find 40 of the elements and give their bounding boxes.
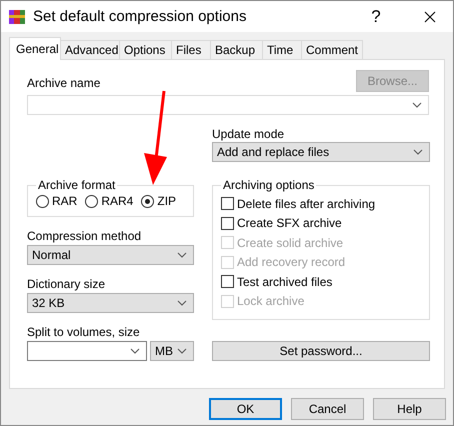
compression-method-dropdown[interactable]: Normal xyxy=(27,245,194,265)
dropdown-caret-icon xyxy=(412,102,422,108)
field-label: Split to volumes, size xyxy=(27,325,141,339)
tab[interactable]: General xyxy=(9,37,61,60)
split-size-field[interactable] xyxy=(27,341,147,361)
checkbox[interactable] xyxy=(221,197,234,210)
group-label: Archive format xyxy=(37,178,116,192)
books-stack-icon xyxy=(9,8,25,24)
dropdown-caret-icon xyxy=(177,348,187,354)
checkbox[interactable] xyxy=(221,216,234,230)
tab[interactable]: Backup xyxy=(210,40,263,59)
unit-dropdown[interactable]: MB xyxy=(150,341,194,361)
archive-name-field[interactable] xyxy=(27,95,429,115)
field-label: Dictionary size xyxy=(27,277,106,291)
dropdown-caret-icon xyxy=(130,348,140,354)
group-label: Archiving options xyxy=(222,178,316,192)
field-label: Compression method xyxy=(27,229,142,243)
close-icon xyxy=(424,10,436,22)
dialog-button[interactable]: OK xyxy=(209,398,282,420)
checkbox-option[interactable]: Delete files after archiving xyxy=(221,194,421,214)
checkbox[interactable] xyxy=(221,275,234,288)
field-label: Update mode xyxy=(212,127,286,141)
dropdown-caret-icon xyxy=(413,149,423,155)
tab[interactable]: Comment xyxy=(301,40,363,59)
radio-option[interactable]: ZIP xyxy=(141,194,176,208)
dictionary-size-dropdown[interactable]: 32 KB xyxy=(27,293,194,313)
dialog-button[interactable]: Cancel xyxy=(291,398,364,420)
window-title: Set default compression options xyxy=(33,8,248,25)
tab[interactable]: Options xyxy=(119,40,172,59)
radio-option[interactable]: RAR xyxy=(36,194,78,208)
dropdown-caret-icon xyxy=(177,252,187,258)
help-button[interactable]: ? xyxy=(353,6,399,26)
radio-option[interactable]: RAR4 xyxy=(85,194,134,208)
set-password-button[interactable]: Set password... xyxy=(212,341,430,361)
checkbox-option[interactable]: Create SFX archive xyxy=(221,214,421,233)
checkbox-option[interactable]: Test archived files xyxy=(221,272,421,292)
dropdown-caret-icon xyxy=(177,300,187,306)
field-label: Archive name xyxy=(27,76,100,90)
update-mode-dropdown[interactable]: Add and replace files xyxy=(212,142,430,162)
dialog-button[interactable]: Help xyxy=(373,398,446,420)
